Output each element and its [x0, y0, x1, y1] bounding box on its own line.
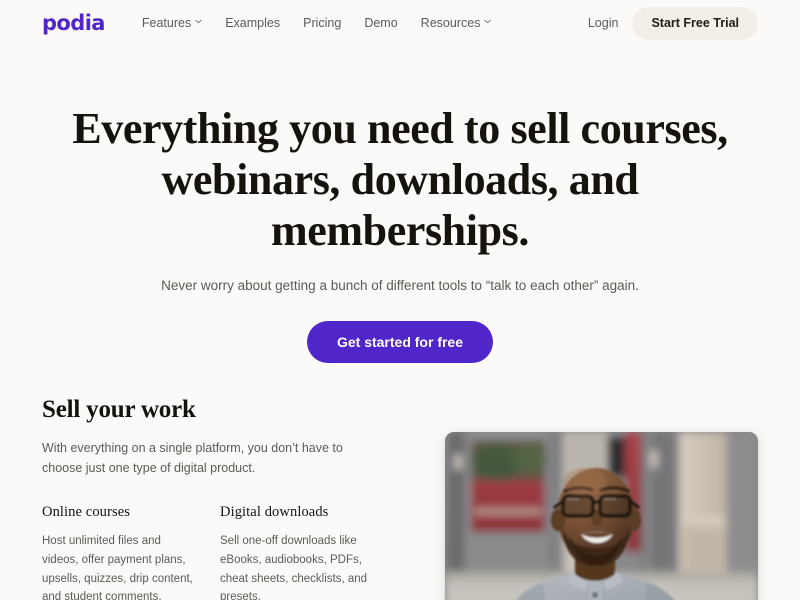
sell-your-work-section: Sell your work With everything on a sing…: [0, 396, 800, 600]
nav-item-label: Features: [141, 16, 192, 31]
sell-section-title: Sell your work: [42, 396, 196, 423]
primary-nav: Features Examples Pricing Demo Resources: [142, 17, 492, 30]
start-free-trial-button[interactable]: Start Free Trial: [632, 7, 758, 40]
hero-subtitle: Never worry about getting a bunch of dif…: [161, 278, 639, 294]
sell-section-text-column: Sell your work With everything on a sing…: [42, 396, 417, 600]
nav-item-label: Pricing: [303, 16, 342, 31]
feature-title: Digital downloads: [220, 504, 329, 520]
nav-item-label: Examples: [225, 16, 281, 31]
nav-item-resources[interactable]: Resources: [421, 17, 492, 30]
feature-online-courses: Online courses Host unlimited files and …: [42, 504, 220, 600]
nav-item-examples[interactable]: Examples: [225, 17, 280, 30]
nav-item-label: Demo: [364, 16, 398, 31]
site-header: podia Features Examples Pricing Demo Res…: [0, 0, 800, 47]
podia-logo[interactable]: podia: [42, 13, 105, 34]
login-link[interactable]: Login: [588, 17, 619, 30]
feature-title: Online courses: [42, 504, 130, 520]
landing-page: podia Features Examples Pricing Demo Res…: [0, 0, 800, 600]
nav-item-demo[interactable]: Demo: [364, 17, 397, 30]
sell-section-description: With everything on a single platform, yo…: [42, 440, 343, 475]
feature-columns: Online courses Host unlimited files and …: [42, 504, 417, 600]
hero-title: Everything you need to sell courses, web…: [72, 104, 728, 256]
chevron-down-icon: [484, 19, 492, 26]
nav-item-features[interactable]: Features: [142, 17, 202, 30]
chevron-down-icon: [195, 19, 202, 26]
sell-section-photo-container: [445, 432, 758, 600]
creator-photo: [445, 432, 758, 600]
nav-item-label: Resources: [420, 16, 481, 31]
get-started-for-free-button[interactable]: Get started for free: [306, 321, 494, 364]
nav-item-pricing[interactable]: Pricing: [303, 17, 341, 30]
hero-section: Everything you need to sell courses, web…: [0, 47, 800, 364]
feature-digital-downloads: Digital downloads Sell one-off downloads…: [220, 504, 398, 600]
feature-description: Host unlimited files and videos, offer p…: [42, 535, 193, 600]
hero-cta-container: Get started for free: [50, 321, 750, 364]
header-actions: Login Start Free Trial: [588, 7, 758, 40]
feature-description: Sell one-off downloads like eBooks, audi…: [220, 535, 368, 600]
